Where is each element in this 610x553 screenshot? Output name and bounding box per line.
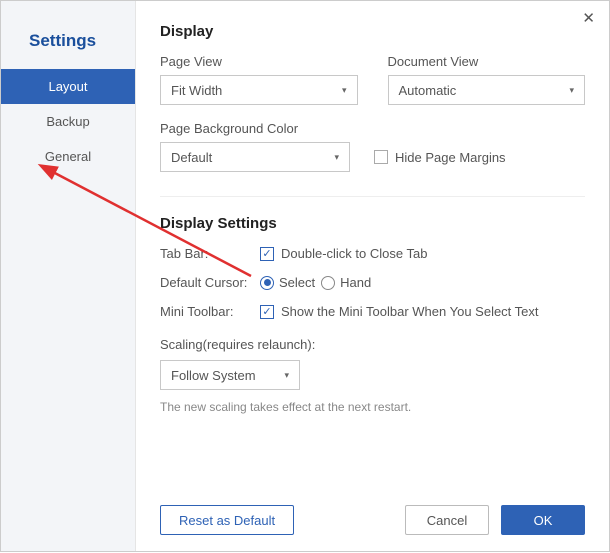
- double-click-close-checkbox[interactable]: ✓ Double-click to Close Tab: [260, 246, 427, 261]
- scaling-block: Scaling(requires relaunch): Follow Syste…: [160, 337, 585, 414]
- sidebar-item-label: Backup: [46, 114, 89, 129]
- page-view-label: Page View: [160, 54, 358, 69]
- document-view-select[interactable]: Automatic ▾: [388, 75, 586, 105]
- cursor-select-label: Select: [279, 275, 315, 290]
- chevron-down-icon: ▾: [342, 85, 347, 96]
- section-title-display: Display: [160, 23, 585, 40]
- cancel-button[interactable]: Cancel: [405, 505, 489, 535]
- close-icon: ✕: [582, 10, 595, 27]
- page-view-select[interactable]: Fit Width ▾: [160, 75, 358, 105]
- background-row: Default ▾ Hide Page Margins: [160, 142, 585, 172]
- sidebar: Settings Layout Backup General: [1, 1, 136, 551]
- hide-margins-checkbox[interactable]: Hide Page Margins: [374, 150, 506, 165]
- checkbox-box-icon: [374, 150, 388, 164]
- page-view-field: Page View Fit Width ▾: [160, 54, 358, 105]
- sidebar-item-label: General: [45, 149, 91, 164]
- radio-dot-icon: [321, 276, 335, 290]
- sidebar-title: Settings: [1, 31, 135, 69]
- ok-button[interactable]: OK: [501, 505, 585, 535]
- document-view-value: Automatic: [399, 83, 457, 98]
- background-label: Page Background Color: [160, 121, 585, 136]
- mini-toolbar-checkbox[interactable]: ✓ Show the Mini Toolbar When You Select …: [260, 304, 539, 319]
- reset-default-button[interactable]: Reset as Default: [160, 505, 294, 535]
- sidebar-item-layout[interactable]: Layout: [1, 69, 135, 104]
- chevron-down-icon: ▾: [569, 85, 574, 96]
- mini-toolbar-row: Mini Toolbar: ✓ Show the Mini Toolbar Wh…: [160, 304, 585, 319]
- tab-bar-label: Tab Bar:: [160, 246, 260, 261]
- main-panel: ✕ Display Page View Fit Width ▾ Document…: [136, 1, 609, 551]
- checkbox-box-icon: ✓: [260, 247, 274, 261]
- background-value: Default: [171, 150, 212, 165]
- double-click-close-label: Double-click to Close Tab: [281, 246, 427, 261]
- scaling-note: The new scaling takes effect at the next…: [160, 400, 585, 414]
- document-view-field: Document View Automatic ▾: [388, 54, 586, 105]
- radio-dot-icon: [260, 276, 274, 290]
- page-view-value: Fit Width: [171, 83, 222, 98]
- cursor-hand-label: Hand: [340, 275, 371, 290]
- close-button[interactable]: ✕: [582, 11, 595, 26]
- dialog-footer: Reset as Default Cancel OK: [160, 485, 585, 535]
- scaling-select[interactable]: Follow System ▾: [160, 360, 300, 390]
- chevron-down-icon: ▾: [284, 370, 289, 381]
- checkbox-box-icon: ✓: [260, 305, 274, 319]
- display-row-1: Page View Fit Width ▾ Document View Auto…: [160, 54, 585, 105]
- mini-toolbar-label: Mini Toolbar:: [160, 304, 260, 319]
- footer-right: Cancel OK: [405, 505, 585, 535]
- settings-dialog: Settings Layout Backup General ✕ Display…: [0, 0, 610, 552]
- document-view-label: Document View: [388, 54, 586, 69]
- sidebar-item-backup[interactable]: Backup: [1, 104, 135, 139]
- cursor-hand-radio[interactable]: Hand: [321, 275, 371, 290]
- cursor-select-radio[interactable]: Select: [260, 275, 315, 290]
- default-cursor-label: Default Cursor:: [160, 275, 260, 290]
- mini-toolbar-option-label: Show the Mini Toolbar When You Select Te…: [281, 304, 539, 319]
- default-cursor-row: Default Cursor: Select Hand: [160, 275, 585, 290]
- section-title-display-settings: Display Settings: [160, 215, 585, 232]
- scaling-value: Follow System: [171, 368, 256, 383]
- chevron-down-icon: ▾: [334, 152, 339, 163]
- divider: [160, 196, 585, 197]
- sidebar-item-label: Layout: [48, 79, 87, 94]
- tab-bar-row: Tab Bar: ✓ Double-click to Close Tab: [160, 246, 585, 261]
- hide-margins-label: Hide Page Margins: [395, 150, 506, 165]
- sidebar-item-general[interactable]: General: [1, 139, 135, 174]
- background-select[interactable]: Default ▾: [160, 142, 350, 172]
- scaling-label: Scaling(requires relaunch):: [160, 337, 585, 352]
